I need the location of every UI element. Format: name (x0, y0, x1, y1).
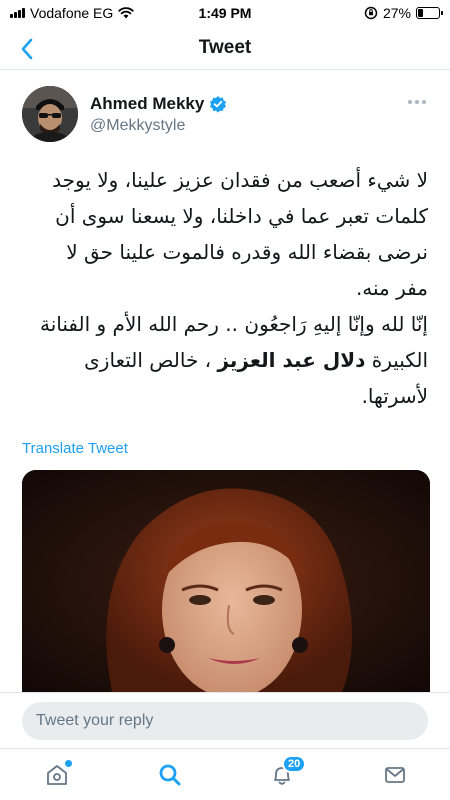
tweet-text-line: إنّا لله وإنّا إليهِ رَاجعُون .. رحم الل… (40, 312, 428, 336)
avatar[interactable] (22, 86, 78, 142)
wifi-icon (118, 7, 134, 19)
tweet-text-bold-name: دلال عبد العزيز (217, 348, 366, 372)
more-dots-icon (408, 100, 412, 104)
battery-percent: 27% (382, 5, 411, 21)
nav-bar: Tweet (0, 26, 450, 70)
media-photo (22, 470, 430, 692)
reply-input[interactable] (22, 702, 428, 740)
carrier-label: Vodafone EG (30, 5, 114, 21)
tweet-text-segment: الكبيرة (371, 348, 428, 372)
author-name-row: Ahmed Mekky (90, 94, 227, 114)
home-new-dot (65, 760, 72, 767)
tab-home[interactable] (43, 760, 72, 789)
back-button[interactable] (12, 34, 42, 64)
notifications-count-badge: 20 (282, 755, 307, 773)
status-bar: Vodafone EG 1:49 PM 27% (0, 0, 450, 26)
chevron-left-icon (21, 38, 33, 60)
search-icon (159, 764, 181, 786)
verified-badge-icon (210, 95, 227, 113)
tweet-text-line: لأسرتها. (361, 384, 428, 408)
status-left: Vodafone EG (10, 5, 134, 21)
home-icon (47, 765, 67, 785)
tab-messages[interactable] (381, 761, 409, 789)
tweet-text-line: نرضى بقضاء الله وقدره فالموت علينا حق لا (66, 240, 428, 264)
tweet-text-line: كلمات تعبر عما في داخلنا، ولا يسعنا سوى … (55, 204, 428, 228)
author-name[interactable]: Ahmed Mekky (90, 94, 204, 114)
tweet-media-image[interactable] (22, 470, 430, 692)
envelope-icon (385, 767, 405, 783)
signal-icon (10, 8, 25, 18)
tweet-text-segment: ، خالص التعازى (84, 348, 212, 372)
tab-notifications[interactable]: 20 (268, 755, 307, 789)
tweet-text: لا شيء أصعب من فقدان عزيز علينا، ولا يوج… (20, 162, 428, 414)
page-title: Tweet (198, 36, 252, 58)
tweet-text-line: مفر منه. (355, 276, 428, 300)
translate-tweet-link[interactable]: Translate Tweet (22, 440, 128, 457)
more-options-button[interactable] (404, 96, 430, 108)
orientation-lock-icon (364, 6, 378, 20)
avatar-image (22, 86, 78, 142)
author-block: Ahmed Mekky @Mekkystyle (90, 94, 227, 135)
author-handle[interactable]: @Mekkystyle (90, 117, 227, 135)
battery-icon (416, 7, 443, 19)
battery-fill (418, 9, 424, 17)
reply-area (0, 692, 450, 748)
tab-search[interactable] (156, 761, 184, 789)
status-right: 27% (364, 5, 443, 21)
tweet-text-line: الكبيرة دلال عبد العزيز ، خالص التعازى (20, 342, 428, 378)
tweet-header: Ahmed Mekky @Mekkystyle (22, 82, 432, 146)
tab-bar: 20 (0, 748, 450, 800)
tweet-text-line: لا شيء أصعب من فقدان عزيز علينا، ولا يوج… (52, 168, 428, 192)
